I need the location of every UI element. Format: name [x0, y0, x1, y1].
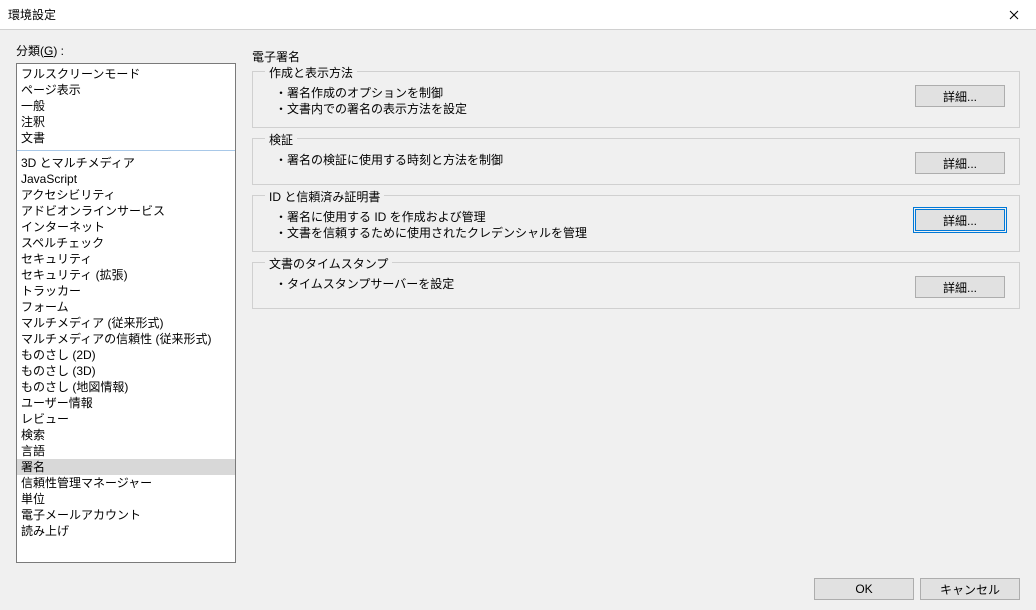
bullet-text: 署名作成のオプションを制御 — [275, 85, 915, 101]
group-legend: 作成と表示方法 — [265, 64, 357, 81]
dialog-footer: OK キャンセル — [16, 578, 1020, 600]
category-item[interactable]: 3D とマルチメディア — [17, 155, 235, 171]
detail-button[interactable]: 詳細... — [915, 276, 1005, 298]
category-item[interactable]: JavaScript — [17, 171, 235, 187]
bullet-text: 署名に使用する ID を作成および管理 — [275, 209, 915, 225]
detail-button[interactable]: 詳細... — [915, 209, 1005, 231]
detail-button[interactable]: 詳細... — [915, 85, 1005, 107]
category-item[interactable]: マルチメディアの信頼性 (従来形式) — [17, 331, 235, 347]
category-listbox[interactable]: フルスクリーンモードページ表示一般注釈文書 3D とマルチメディアJavaScri… — [16, 63, 236, 563]
category-item[interactable]: 言語 — [17, 443, 235, 459]
category-item[interactable]: トラッカー — [17, 283, 235, 299]
category-item[interactable]: 文書 — [17, 130, 235, 146]
category-item[interactable]: 信頼性管理マネージャー — [17, 475, 235, 491]
category-item[interactable]: ページ表示 — [17, 82, 235, 98]
group-legend: 文書のタイムスタンプ — [265, 255, 392, 272]
group-legend: 検証 — [265, 131, 297, 148]
category-item[interactable]: マルチメディア (従来形式) — [17, 315, 235, 331]
category-label: 分類(G) : — [16, 42, 236, 59]
group-description: 署名に使用する ID を作成および管理文書を信頼するために使用されたクレデンシャ… — [275, 209, 915, 241]
category-item[interactable]: インターネット — [17, 219, 235, 235]
category-item[interactable]: フォーム — [17, 299, 235, 315]
category-item[interactable]: スペルチェック — [17, 235, 235, 251]
settings-group: 文書のタイムスタンプタイムスタンプサーバーを設定詳細... — [252, 262, 1020, 309]
category-item[interactable]: 一般 — [17, 98, 235, 114]
category-item[interactable]: セキュリティ — [17, 251, 235, 267]
titlebar: 環境設定 — [0, 0, 1036, 30]
category-item[interactable]: ものさし (地図情報) — [17, 379, 235, 395]
category-item[interactable]: ものさし (2D) — [17, 347, 235, 363]
category-item[interactable]: ものさし (3D) — [17, 363, 235, 379]
category-separator — [17, 150, 235, 151]
category-item[interactable]: 電子メールアカウント — [17, 507, 235, 523]
group-description: 署名作成のオプションを制御文書内での署名の表示方法を設定 — [275, 85, 915, 117]
detail-button[interactable]: 詳細... — [915, 152, 1005, 174]
settings-group: 検証署名の検証に使用する時刻と方法を制御詳細... — [252, 138, 1020, 185]
settings-pane: 電子署名 作成と表示方法署名作成のオプションを制御文書内での署名の表示方法を設定… — [252, 42, 1020, 572]
bullet-text: 文書を信頼するために使用されたクレデンシャルを管理 — [275, 225, 915, 241]
category-item[interactable]: 注釈 — [17, 114, 235, 130]
category-item[interactable]: ユーザー情報 — [17, 395, 235, 411]
bullet-text: 署名の検証に使用する時刻と方法を制御 — [275, 152, 915, 168]
group-description: タイムスタンプサーバーを設定 — [275, 276, 915, 292]
group-description: 署名の検証に使用する時刻と方法を制御 — [275, 152, 915, 168]
category-item[interactable]: フルスクリーンモード — [17, 66, 235, 82]
category-item[interactable]: セキュリティ (拡張) — [17, 267, 235, 283]
ok-button[interactable]: OK — [814, 578, 914, 600]
window-title: 環境設定 — [8, 6, 56, 23]
settings-group: ID と信頼済み証明書署名に使用する ID を作成および管理文書を信頼するために… — [252, 195, 1020, 252]
close-button[interactable] — [991, 0, 1036, 30]
category-column: 分類(G) : フルスクリーンモードページ表示一般注釈文書 3D とマルチメディア… — [16, 42, 236, 572]
category-item[interactable]: レビュー — [17, 411, 235, 427]
pane-title: 電子署名 — [252, 48, 1020, 65]
category-item[interactable]: 署名 — [17, 459, 235, 475]
category-item[interactable]: 読み上げ — [17, 523, 235, 539]
close-icon — [1009, 10, 1019, 20]
bullet-text: タイムスタンプサーバーを設定 — [275, 276, 915, 292]
category-item[interactable]: アドビオンラインサービス — [17, 203, 235, 219]
bullet-text: 文書内での署名の表示方法を設定 — [275, 101, 915, 117]
settings-group: 作成と表示方法署名作成のオプションを制御文書内での署名の表示方法を設定詳細... — [252, 71, 1020, 128]
cancel-button[interactable]: キャンセル — [920, 578, 1020, 600]
category-item[interactable]: 検索 — [17, 427, 235, 443]
category-item[interactable]: アクセシビリティ — [17, 187, 235, 203]
group-legend: ID と信頼済み証明書 — [265, 188, 384, 205]
category-item[interactable]: 単位 — [17, 491, 235, 507]
